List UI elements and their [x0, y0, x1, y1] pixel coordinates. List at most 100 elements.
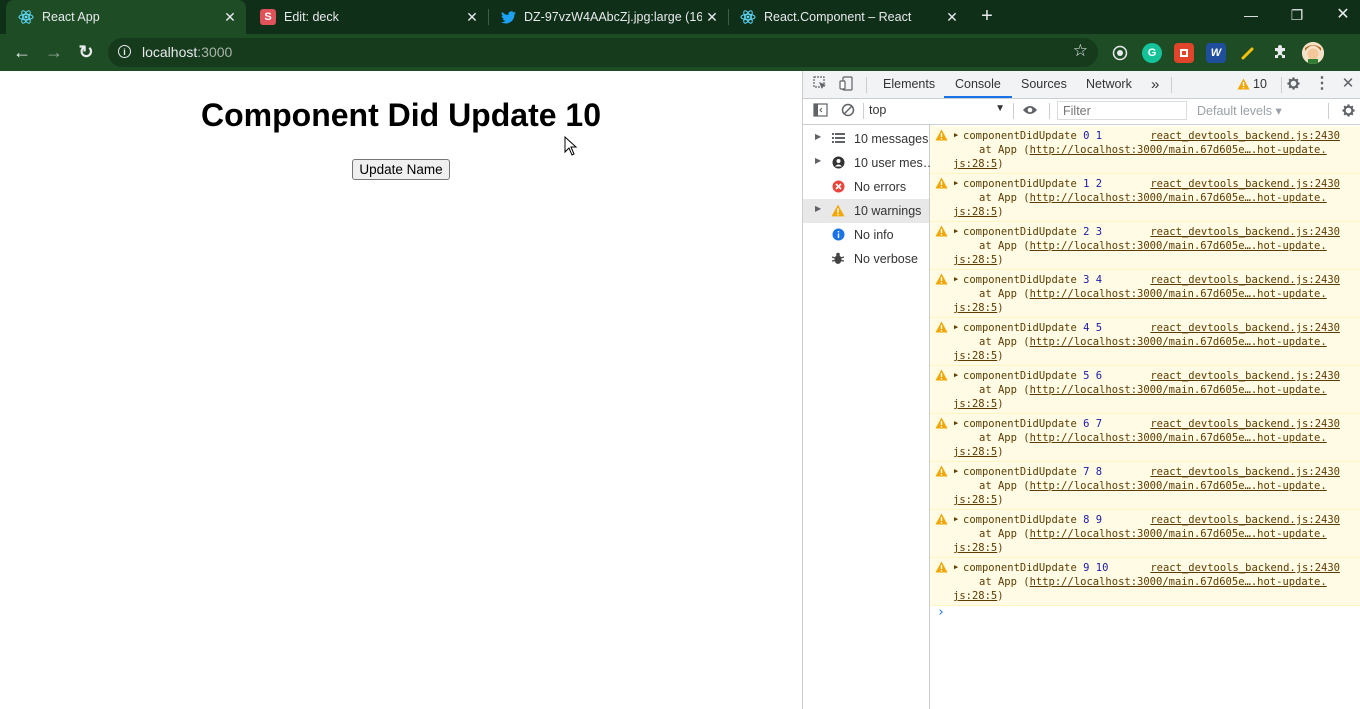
warning-counter[interactable]: 10	[1237, 76, 1277, 94]
stack-trace-link[interactable]: http://localhost:3000/main.67d605e….hot-…	[1030, 192, 1327, 204]
tab-sources[interactable]: Sources	[1021, 71, 1067, 98]
kebab-menu-icon[interactable]: ⋮	[1314, 76, 1330, 92]
tab-close-icon[interactable]: ✕	[702, 9, 722, 26]
console-warning-message[interactable]: ▶ componentDidUpdate 9 10 react_devtools_b…	[930, 558, 1360, 606]
reload-button[interactable]: ↻	[74, 40, 98, 64]
message-source-link[interactable]: react_devtools_backend.js:2430	[1150, 466, 1340, 478]
expand-triangle-icon[interactable]: ▶	[954, 515, 958, 523]
stack-trace-link[interactable]: js:28:5	[953, 398, 997, 410]
console-settings-gear-icon[interactable]	[1340, 103, 1356, 119]
expand-triangle-icon[interactable]: ▶	[954, 275, 958, 283]
tab-console[interactable]: Console	[944, 71, 1012, 98]
stack-trace-link[interactable]: http://localhost:3000/main.67d605e….hot-…	[1030, 336, 1327, 348]
expand-triangle-icon[interactable]: ▶	[954, 563, 958, 571]
stack-trace-link[interactable]: http://localhost:3000/main.67d605e….hot-…	[1030, 576, 1327, 588]
puzzle-icon[interactable]	[1270, 43, 1290, 63]
stack-trace-link[interactable]: js:28:5	[953, 590, 997, 602]
message-source-link[interactable]: react_devtools_backend.js:2430	[1150, 514, 1340, 526]
message-source-link[interactable]: react_devtools_backend.js:2430	[1150, 370, 1340, 382]
console-warning-message[interactable]: ▶ componentDidUpdate 0 1 react_devtools_ba…	[930, 126, 1360, 174]
expand-triangle-icon[interactable]: ▶	[954, 227, 958, 235]
update-name-button[interactable]: Update Name	[352, 159, 450, 180]
message-source-link[interactable]: react_devtools_backend.js:2430	[1150, 178, 1340, 190]
tab-close-icon[interactable]: ✕	[462, 9, 482, 26]
extension-red-icon[interactable]	[1174, 43, 1194, 63]
sidebar-item-messages[interactable]: ▶ 10 messages	[803, 127, 929, 151]
tab-network[interactable]: Network	[1086, 71, 1132, 98]
forward-button[interactable]: →	[42, 40, 66, 64]
stack-trace-link[interactable]: http://localhost:3000/main.67d605e….hot-…	[1030, 432, 1327, 444]
stack-trace-link[interactable]: js:28:5	[953, 446, 997, 458]
profile-avatar[interactable]	[1302, 42, 1324, 64]
stack-trace-link[interactable]: http://localhost:3000/main.67d605e….hot-…	[1030, 240, 1327, 252]
tab-twitter-image[interactable]: DZ-97vzW4AAbcZj.jpg:large (167 ✕	[488, 0, 728, 34]
more-tabs-button[interactable]: »	[1151, 71, 1159, 98]
console-warning-message[interactable]: ▶ componentDidUpdate 8 9 react_devtools_ba…	[930, 510, 1360, 558]
message-source-link[interactable]: react_devtools_backend.js:2430	[1150, 274, 1340, 286]
stack-trace-link[interactable]: http://localhost:3000/main.67d605e….hot-…	[1030, 384, 1327, 396]
window-close-button[interactable]: ✕	[1320, 0, 1360, 32]
message-source-link[interactable]: react_devtools_backend.js:2430	[1150, 226, 1340, 238]
console-prompt[interactable]: ›	[937, 605, 945, 620]
expand-triangle-icon[interactable]: ▶	[954, 323, 958, 331]
log-levels-dropdown[interactable]: Default levels ▾	[1197, 103, 1282, 118]
stack-trace-link[interactable]: js:28:5	[953, 302, 997, 314]
clear-console-icon[interactable]	[840, 103, 856, 119]
device-toolbar-icon[interactable]	[838, 76, 854, 92]
devtools-close-icon[interactable]: ✕	[1340, 76, 1356, 92]
tab-edit-deck[interactable]: S Edit: deck ✕	[248, 0, 488, 34]
address-bar[interactable]: i localhost:3000 ☆	[108, 38, 1098, 67]
stack-trace-link[interactable]: http://localhost:3000/main.67d605e….hot-…	[1030, 528, 1327, 540]
message-source-link[interactable]: react_devtools_backend.js:2430	[1150, 322, 1340, 334]
grammarly-icon[interactable]: G	[1142, 43, 1162, 63]
sidebar-item-info[interactable]: No info	[803, 223, 929, 247]
stack-trace-link[interactable]: js:28:5	[953, 158, 997, 170]
stack-trace-link[interactable]: http://localhost:3000/main.67d605e….hot-…	[1030, 288, 1327, 300]
stack-trace-link[interactable]: http://localhost:3000/main.67d605e….hot-…	[1030, 480, 1327, 492]
inspect-element-icon[interactable]	[812, 76, 828, 92]
console-warning-message[interactable]: ▶ componentDidUpdate 6 7 react_devtools_ba…	[930, 414, 1360, 462]
tab-elements[interactable]: Elements	[883, 71, 935, 98]
stack-trace-link[interactable]: js:28:5	[953, 350, 997, 362]
record-icon[interactable]	[1110, 43, 1130, 63]
tab-react-app[interactable]: React App ✕	[6, 0, 246, 34]
sidebar-toggle-icon[interactable]	[812, 103, 828, 119]
console-warning-message[interactable]: ▶ componentDidUpdate 1 2 react_devtools_ba…	[930, 174, 1360, 222]
back-button[interactable]: ←	[10, 40, 34, 64]
sidebar-item-verbose[interactable]: No verbose	[803, 247, 929, 271]
tab-close-icon[interactable]: ✕	[220, 9, 240, 26]
console-warning-message[interactable]: ▶ componentDidUpdate 3 4 react_devtools_ba…	[930, 270, 1360, 318]
sidebar-item-warnings[interactable]: ▶ 10 warnings	[803, 199, 929, 223]
tab-react-component[interactable]: React.Component – React ✕	[728, 0, 968, 34]
highlighter-icon[interactable]	[1238, 43, 1258, 63]
stack-trace-link[interactable]: js:28:5	[953, 542, 997, 554]
console-warning-message[interactable]: ▶ componentDidUpdate 4 5 react_devtools_ba…	[930, 318, 1360, 366]
message-source-link[interactable]: react_devtools_backend.js:2430	[1150, 418, 1340, 430]
stack-trace-link[interactable]: js:28:5	[953, 254, 997, 266]
console-warning-message[interactable]: ▶ componentDidUpdate 2 3 react_devtools_ba…	[930, 222, 1360, 270]
bookmark-star-icon[interactable]: ☆	[1073, 41, 1088, 61]
filter-input[interactable]	[1057, 101, 1187, 120]
settings-gear-icon[interactable]	[1285, 76, 1301, 92]
context-selector[interactable]: top ▼	[869, 103, 1005, 120]
expand-triangle-icon[interactable]: ▶	[954, 179, 958, 187]
stack-trace-link[interactable]: js:28:5	[953, 206, 997, 218]
console-warning-message[interactable]: ▶ componentDidUpdate 7 8 react_devtools_ba…	[930, 462, 1360, 510]
message-source-link[interactable]: react_devtools_backend.js:2430	[1150, 562, 1340, 574]
site-info-icon[interactable]: i	[118, 45, 131, 58]
sidebar-item-errors[interactable]: No errors	[803, 175, 929, 199]
stack-trace-link[interactable]: js:28:5	[953, 494, 997, 506]
minimize-button[interactable]: —	[1228, 0, 1274, 32]
live-expression-eye-icon[interactable]	[1022, 103, 1038, 119]
expand-triangle-icon[interactable]: ▶	[954, 419, 958, 427]
stack-trace-link[interactable]: http://localhost:3000/main.67d605e….hot-…	[1030, 144, 1327, 156]
expand-triangle-icon[interactable]: ▶	[954, 467, 958, 475]
message-source-link[interactable]: react_devtools_backend.js:2430	[1150, 130, 1340, 142]
restore-button[interactable]: ❐	[1274, 0, 1320, 32]
sidebar-item-user-messages[interactable]: ▶ 10 user mes…	[803, 151, 935, 175]
expand-triangle-icon[interactable]: ▶	[954, 131, 958, 139]
tab-close-icon[interactable]: ✕	[942, 9, 962, 26]
wordweb-icon[interactable]: W	[1206, 43, 1226, 63]
expand-triangle-icon[interactable]: ▶	[954, 371, 958, 379]
new-tab-button[interactable]: +	[976, 4, 998, 30]
